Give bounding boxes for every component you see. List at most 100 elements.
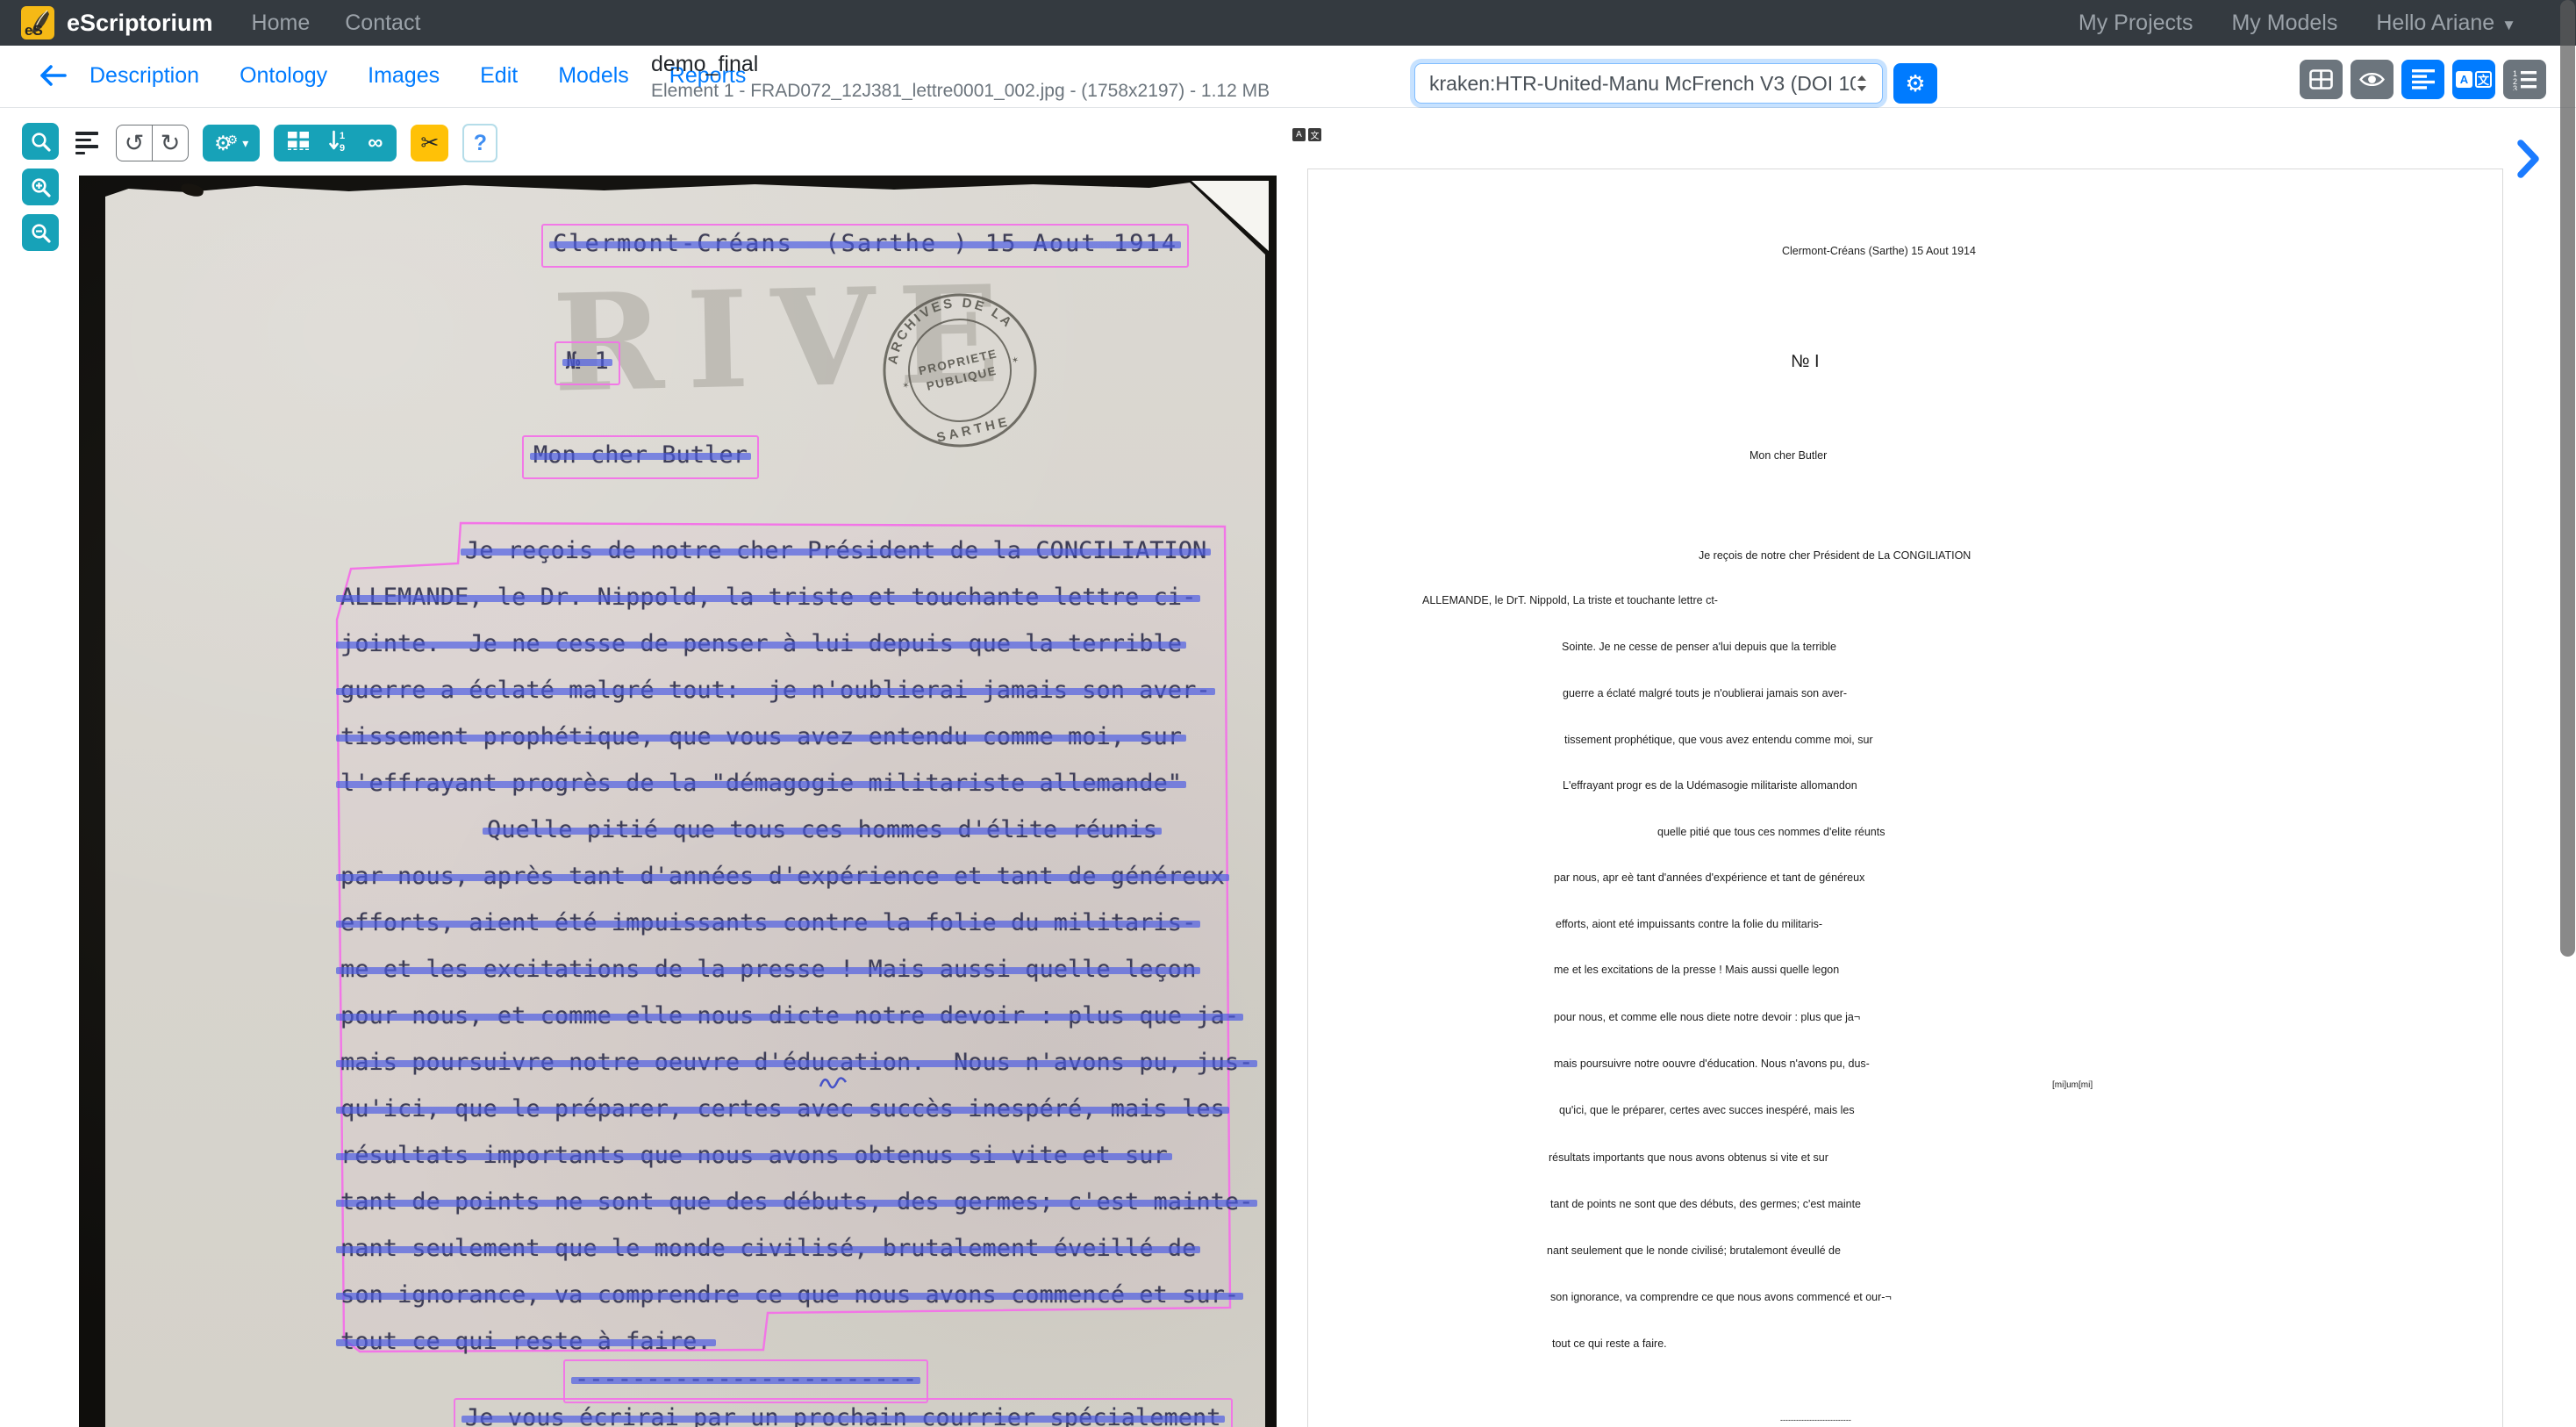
mask-toggle-button[interactable]: ∞ (368, 133, 383, 154)
tab-description[interactable]: Description (89, 63, 199, 89)
undo-button[interactable]: ↺ (117, 125, 153, 161)
chevron-down-icon: ▾ (242, 136, 248, 151)
document-line[interactable]: tant de points ne sont que des débuts, d… (340, 1188, 1253, 1216)
title-block: demo_final Element 1 - FRAD072_12J381_le… (651, 52, 1270, 102)
grid-icon (2309, 69, 2333, 90)
regions-icon (288, 132, 309, 150)
transcription-line[interactable]: tout ce qui reste a faire. (1552, 1337, 1667, 1350)
svg-text:eS: eS (25, 22, 43, 39)
transcription-line[interactable]: quelle pitié que tous ces nommes d'elite… (1657, 826, 1885, 838)
document-line[interactable]: mais poursuivre notre oeuvre d'éducation… (340, 1049, 1253, 1077)
transcription-line[interactable]: L'effrayant progr es de la Udémasogie mi… (1563, 779, 1857, 792)
back-arrow-button[interactable] (39, 63, 70, 92)
regions-button[interactable] (288, 132, 309, 154)
zoom-tool-stack (22, 123, 59, 251)
transcription-line[interactable]: pour nous, et comme elle nous diete notr… (1554, 1011, 1860, 1023)
escriptorium-logo-icon[interactable]: eS (21, 6, 54, 39)
help-button[interactable]: ? (462, 124, 497, 162)
transcription-line[interactable]: qu'ici, que le préparer, certes avec suc… (1559, 1104, 1855, 1116)
transcription-line[interactable]: --------------------------- (1780, 1416, 1851, 1424)
svg-text:3: 3 (2513, 84, 2517, 90)
zoom-out-button[interactable] (22, 214, 59, 251)
tab-ontology[interactable]: Ontology (240, 63, 327, 89)
document-image-panel[interactable]: RIVE ARCHIVES DE LA SARTHE PROPRIETE PUB… (79, 176, 1277, 1427)
transcription-line[interactable]: guerre a éclaté malgré touts je n'oublie… (1563, 687, 1847, 699)
document-line[interactable]: ALLEMANDE, le Dr. Nippold, la triste et … (340, 584, 1196, 612)
nav-my-projects[interactable]: My Projects (2079, 11, 2193, 36)
user-menu[interactable]: Hello Ariane▼ (2376, 11, 2516, 36)
nav-home[interactable]: Home (252, 11, 311, 36)
document-line[interactable]: Clermont-Créans (Sarthe ) 15 Aout 1914 (541, 224, 1189, 268)
transcription-panel[interactable]: Clermont-Créans (Sarthe) 15 Aout 1914 № I… (1307, 169, 2503, 1427)
redo-button[interactable]: ↻ (153, 125, 188, 161)
document-line[interactable]: nant seulement que le monde civilisé, br… (340, 1235, 1196, 1263)
transcription-line[interactable]: me et les excitations de la presse ! Mai… (1554, 964, 1839, 976)
transcription-line[interactable]: tant de points ne sont que des débuts, d… (1550, 1198, 1861, 1210)
zoom-in-button[interactable] (22, 169, 59, 205)
transcription-line[interactable]: [mi]um[mi] (2052, 1080, 2093, 1090)
page-scrollbar[interactable] (2560, 0, 2575, 957)
magnifier-button[interactable] (22, 123, 59, 160)
chevron-down-icon: ▼ (2501, 17, 2516, 33)
transcription-line[interactable]: tissement prophétique, que vous avez ent… (1564, 734, 1873, 746)
gears-icon: ⚙⚙ (214, 133, 238, 154)
transcription-panel-button[interactable]: A 文 (2452, 60, 2495, 99)
document-line[interactable]: ------------------------ (563, 1359, 928, 1403)
document-line[interactable]: tissement prophétique, que vous avez ent… (340, 723, 1182, 751)
document-line[interactable]: Mon cher Butler (522, 435, 759, 479)
document-line[interactable]: № 1 (555, 341, 620, 385)
transcription-line[interactable]: résultats importants que nous avons obte… (1549, 1151, 1828, 1164)
expand-panel-chevron[interactable] (2516, 139, 2541, 183)
document-line[interactable]: tout ce qui reste à faire. (340, 1328, 712, 1356)
transcription-line[interactable]: ALLEMANDE, le DrT. Nippold, La triste et… (1422, 594, 1718, 606)
line-order-panel-button[interactable]: 1 2 3 (2503, 60, 2546, 99)
model-settings-button[interactable]: ⚙ (1893, 63, 1937, 104)
transcription-line[interactable]: Je reçois de notre cher Président de La … (1699, 549, 1971, 562)
document-line[interactable]: l'effrayant progrès de la "démagogie mil… (340, 770, 1182, 798)
line-menu-icon[interactable] (75, 132, 98, 154)
settings-dropdown-button[interactable]: ⚙⚙ ▾ (203, 125, 260, 161)
ocr-model-select[interactable]: kraken:HTR-United-Manu McFrench V3 (DOI … (1414, 63, 1883, 104)
scissors-icon: ✂ (420, 130, 439, 156)
question-icon: ? (474, 131, 487, 156)
tab-edit[interactable]: Edit (480, 63, 518, 89)
transcription-line[interactable]: Clermont-Créans (Sarthe) 15 Aout 1914 (1782, 245, 1976, 257)
document-line[interactable]: résultats importants que nous avons obte… (340, 1142, 1168, 1170)
document-line[interactable]: Je reçois de notre cher Président de la … (465, 537, 1206, 565)
transcription-line[interactable]: Sointe. Je ne cesse de penser a'lui depu… (1562, 641, 1836, 653)
transcription-line[interactable]: efforts, aiont eté impuissants contre la… (1556, 918, 1822, 930)
translate-icon: A (1292, 128, 1306, 141)
document-line[interactable]: qu'ici, que le préparer, certes avec suc… (340, 1095, 1225, 1123)
document-line[interactable]: me et les excitations de la presse ! Mai… (340, 956, 1196, 984)
cut-tool-button[interactable]: ✂ (411, 125, 448, 161)
tab-images[interactable]: Images (368, 63, 440, 89)
svg-text:1: 1 (340, 131, 345, 141)
document-line[interactable]: guerre a éclaté malgré tout: je n'oublie… (340, 677, 1211, 705)
segmentation-panel-button[interactable] (2401, 60, 2444, 99)
source-image-panel-button[interactable] (2351, 60, 2394, 99)
translate-icon: 文 (1308, 128, 1321, 141)
undo-redo-group: ↺ ↻ (116, 125, 189, 161)
document-line[interactable]: efforts, aient été impuissants contre la… (340, 909, 1196, 937)
transcription-line[interactable]: mais poursuivre notre oouvre d'éducation… (1554, 1058, 1870, 1070)
document-line[interactable]: Je vous écrirai par un prochain courrier… (454, 1398, 1233, 1427)
document-line[interactable]: Quelle pitié que tous ces hommes d'élite… (487, 816, 1157, 844)
document-line[interactable]: jointe. Je ne cesse de penser à lui depu… (340, 630, 1182, 658)
document-line[interactable]: son ignorance, va comprendre ce que nous… (340, 1281, 1239, 1309)
panel-toggle-buttons: A 文 1 2 3 (2300, 60, 2546, 99)
transcription-line[interactable]: № I (1791, 352, 1820, 372)
gear-icon: ⚙ (1905, 70, 1925, 97)
transcription-line[interactable]: par nous, apr eè tant d'années d'expérie… (1554, 871, 1864, 884)
transcription-line[interactable]: nant seulement que le nonde civilisé; br… (1547, 1244, 1841, 1257)
tab-models[interactable]: Models (558, 63, 629, 89)
metadata-panel-button[interactable] (2300, 60, 2343, 99)
nav-my-models[interactable]: My Models (2231, 11, 2337, 36)
brand-title[interactable]: eScriptorium (67, 10, 213, 37)
document-line[interactable]: pour nous, et comme elle nous dicte notr… (340, 1002, 1239, 1030)
document-line[interactable]: par nous, après tant d'années d'expérien… (340, 863, 1225, 891)
chevron-right-icon (2516, 139, 2541, 179)
line-order-button[interactable]: 1 9 (328, 130, 348, 156)
nav-contact[interactable]: Contact (345, 11, 420, 36)
transcription-line[interactable]: son ignorance, va comprendre ce que nous… (1550, 1291, 1892, 1303)
transcription-line[interactable]: Mon cher Butler (1750, 449, 1827, 462)
